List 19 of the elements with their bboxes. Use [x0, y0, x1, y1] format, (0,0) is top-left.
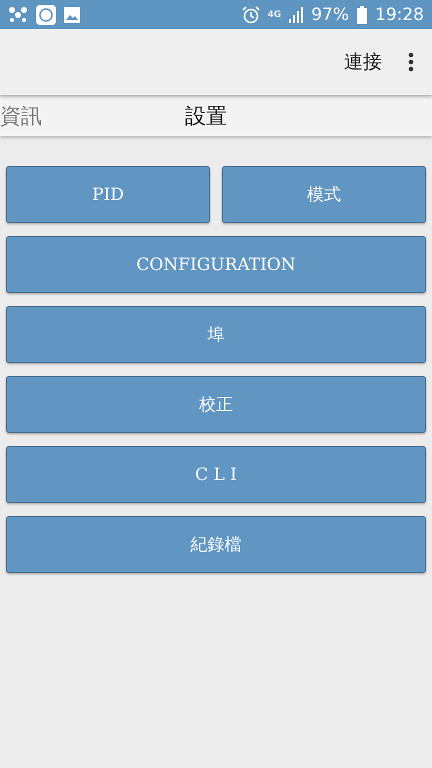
- tab[interactable]: 設置: [185, 102, 227, 130]
- menu-button[interactable]: CONFIGURATION: [6, 236, 426, 293]
- overflow-menu-icon[interactable]: [408, 52, 414, 72]
- signal-icon: [289, 6, 304, 22]
- image-icon: [64, 6, 80, 22]
- menu-button[interactable]: 埠: [6, 306, 426, 363]
- menu-button[interactable]: PID: [6, 166, 210, 223]
- tab[interactable]: 資訊: [0, 102, 42, 130]
- menu-button[interactable]: 校正: [6, 376, 426, 433]
- connect-button[interactable]: 連接: [344, 49, 382, 75]
- menu-button[interactable]: C L I: [6, 446, 426, 503]
- app-icon: [36, 4, 56, 24]
- battery-level: 97%: [311, 4, 349, 24]
- menu-button[interactable]: 紀錄檔: [6, 516, 426, 573]
- menu-button[interactable]: 模式: [222, 166, 426, 223]
- battery-icon: [357, 6, 367, 24]
- clock: 19:28: [375, 4, 424, 24]
- network-type: 4G: [268, 10, 282, 20]
- alarm-icon: [242, 6, 260, 24]
